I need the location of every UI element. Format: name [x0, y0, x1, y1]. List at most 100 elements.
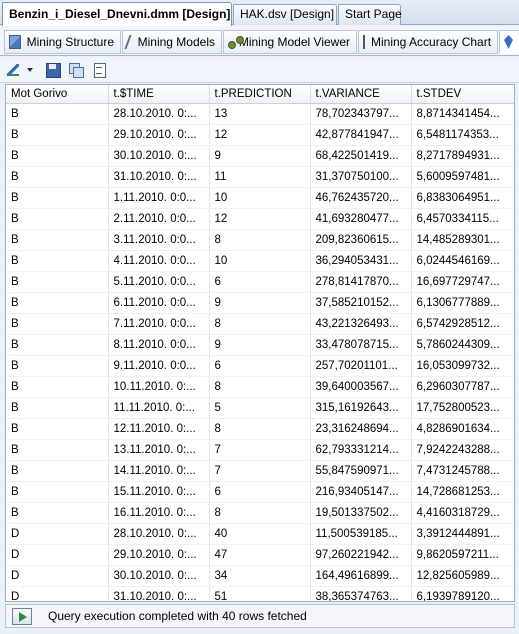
table-cell: 5,6009597481...: [411, 166, 514, 188]
table-cell: 14.11.2010. 0:...: [108, 460, 210, 482]
table-cell: 30.10.2010. 0:...: [108, 565, 210, 587]
table-cell: B: [6, 250, 109, 272]
table-row[interactable]: B 12.11.2010. 0:... 8 23,316248694... 4,8286…: [6, 418, 514, 440]
table-cell: D: [6, 586, 109, 601]
column-header-prediction[interactable]: t.PREDICTION: [209, 85, 311, 104]
table-row[interactable]: B 29.10.2010. 0:... 12 42,877841947... 6,548…: [6, 124, 514, 146]
doc-tab-dmm-design[interactable]: Benzin_i_Diesel_Dnevni.dmm [Design]: [2, 2, 232, 26]
tab-mining-model-prediction[interactable]: [499, 30, 519, 54]
table-row[interactable]: D 29.10.2010. 0:... 47 97,260221942... 9,862…: [6, 544, 514, 566]
table-cell: 5.11.2010. 0:0...: [108, 271, 210, 293]
table-cell: 6: [209, 271, 311, 293]
table-cell: B: [6, 355, 109, 377]
table-cell: B: [6, 334, 109, 356]
table-cell: 10: [209, 250, 311, 272]
singleton-query-icon[interactable]: [90, 61, 108, 79]
tab-mining-models[interactable]: Mining Models: [122, 30, 222, 54]
table-row[interactable]: B 7.11.2010. 0:0... 8 43,221326493... 6,5742…: [6, 313, 514, 335]
table-cell: 15.11.2010. 0:...: [108, 481, 210, 503]
save-icon[interactable]: [44, 61, 62, 79]
table-cell: B: [6, 292, 109, 314]
table-cell: 97,260221942...: [310, 544, 412, 566]
table-cell: 11,500539185...: [310, 523, 412, 545]
table-cell: 164,49616899...: [310, 565, 412, 587]
tab-mining-model-viewer[interactable]: Mining Model Viewer: [223, 30, 357, 54]
table-cell: 6,2960307787...: [411, 376, 514, 398]
tab-label: Mining Structure: [26, 35, 114, 49]
table-cell: 216,93405147...: [310, 481, 412, 503]
table-row[interactable]: B 10.11.2010. 0:... 8 39,640003567... 6,2960…: [6, 376, 514, 398]
table-row[interactable]: D 30.10.2010. 0:... 34 164,49616899... 12,82…: [6, 565, 514, 587]
run-query-icon[interactable]: [12, 607, 32, 625]
table-row[interactable]: B 6.11.2010. 0:0... 9 37,585210152... 6,1306…: [6, 292, 514, 314]
doc-tab-hak-dsv[interactable]: HAK.dsv [Design]: [233, 4, 337, 25]
table-cell: B: [6, 502, 109, 524]
column-header-variance[interactable]: t.VARIANCE: [310, 85, 412, 104]
table-cell: 7.11.2010. 0:0...: [108, 313, 210, 335]
tab-mining-structure[interactable]: Mining Structure: [4, 30, 121, 54]
table-row[interactable]: D 31.10.2010. 0:... 51 38,365374763... 6,193…: [6, 586, 514, 601]
table-row[interactable]: B 1.11.2010. 0:0... 10 46,762435720... 6,838…: [6, 187, 514, 209]
table-row[interactable]: B 14.11.2010. 0:... 7 55,847590971... 7,4731…: [6, 460, 514, 482]
table-cell: B: [6, 187, 109, 209]
tab-mining-accuracy-chart[interactable]: Mining Accuracy Chart: [358, 30, 498, 54]
table-row[interactable]: B 8.11.2010. 0:0... 9 33,478078715... 5,7860…: [6, 334, 514, 356]
table-cell: 8: [209, 376, 311, 398]
table-row[interactable]: B 31.10.2010. 0:... 11 31,370750100... 5,600…: [6, 166, 514, 188]
table-cell: 6,5481174353...: [411, 124, 514, 146]
query-results-grid[interactable]: Mot Gorivo t.$TIME t.PREDICTION t.VARIAN…: [5, 84, 515, 602]
table-row[interactable]: B 15.11.2010. 0:... 6 216,93405147... 14,728…: [6, 481, 514, 503]
table-row[interactable]: B 9.11.2010. 0:0... 6 257,70201101... 16,053…: [6, 355, 514, 377]
table-cell: 10.11.2010. 0:...: [108, 376, 210, 398]
table-cell: 3.11.2010. 0:0...: [108, 229, 210, 251]
table-cell: 78,702343797...: [310, 103, 412, 125]
table-cell: 14,485289301...: [411, 229, 514, 251]
table-row[interactable]: B 30.10.2010. 0:... 9 68,422501419... 8,2717…: [6, 145, 514, 167]
table-row[interactable]: B 11.11.2010. 0:... 5 315,16192643... 17,752…: [6, 397, 514, 419]
table-cell: 28.10.2010. 0:...: [108, 103, 210, 125]
table-cell: 6,1939789120...: [411, 586, 514, 601]
table-row[interactable]: B 2.11.2010. 0:0... 12 41,693280477... 6,457…: [6, 208, 514, 230]
table-cell: 13: [209, 103, 311, 125]
table-cell: 29.10.2010. 0:...: [108, 124, 210, 146]
column-header-mot-gorivo[interactable]: Mot Gorivo: [6, 85, 109, 104]
table-cell: 12,825605989...: [411, 565, 514, 587]
table-cell: 28.10.2010. 0:...: [108, 523, 210, 545]
mining-models-icon: [124, 35, 135, 49]
doc-tab-start-page[interactable]: Start Page: [338, 4, 402, 25]
table-cell: 6,5742928512...: [411, 313, 514, 335]
table-cell: B: [6, 460, 109, 482]
table-cell: 8,2717894931...: [411, 145, 514, 167]
table-row[interactable]: B 28.10.2010. 0:... 13 78,702343797... 8,871…: [6, 103, 514, 125]
designer-tab-strip: Mining Structure Mining Models Mining Mo…: [0, 26, 519, 56]
dropdown-arrow-icon[interactable]: [27, 68, 33, 72]
mining-structure-icon: [9, 35, 21, 49]
table-cell: 40: [209, 523, 311, 545]
copy-icon[interactable]: [67, 61, 85, 79]
table-cell: 39,640003567...: [310, 376, 412, 398]
table-cell: 36,294053431...: [310, 250, 412, 272]
table-cell: B: [6, 145, 109, 167]
table-row[interactable]: B 4.11.2010. 0:0... 10 36,294053431... 6,024…: [6, 250, 514, 272]
table-cell: B: [6, 439, 109, 461]
table-cell: 19,501337502...: [310, 502, 412, 524]
table-cell: 8: [209, 418, 311, 440]
table-cell: 5: [209, 397, 311, 419]
column-header-stdev[interactable]: t.STDEV: [411, 85, 514, 104]
table-row[interactable]: B 13.11.2010. 0:... 7 62,793331214... 7,9242…: [6, 439, 514, 461]
status-message: Query execution completed with 40 rows f…: [48, 609, 307, 623]
table-cell: 33,478078715...: [310, 334, 412, 356]
results-table: Mot Gorivo t.$TIME t.PREDICTION t.VARIAN…: [6, 85, 514, 601]
table-row[interactable]: B 5.11.2010. 0:0... 6 278,81417870... 16,697…: [6, 271, 514, 293]
column-header-time[interactable]: t.$TIME: [108, 85, 210, 104]
table-row[interactable]: D 28.10.2010. 0:... 40 11,500539185... 3,391…: [6, 523, 514, 545]
table-cell: 5,7860244309...: [411, 334, 514, 356]
table-cell: 16.11.2010. 0:...: [108, 502, 210, 524]
table-cell: 41,693280477...: [310, 208, 412, 230]
table-cell: B: [6, 208, 109, 230]
table-row[interactable]: B 16.11.2010. 0:... 8 19,501337502... 4,4160…: [6, 502, 514, 524]
table-row[interactable]: B 3.11.2010. 0:0... 8 209,82360615... 14,485…: [6, 229, 514, 251]
table-cell: 6: [209, 481, 311, 503]
switch-view-icon[interactable]: [5, 61, 23, 79]
table-cell: 7,4731245788...: [411, 460, 514, 482]
